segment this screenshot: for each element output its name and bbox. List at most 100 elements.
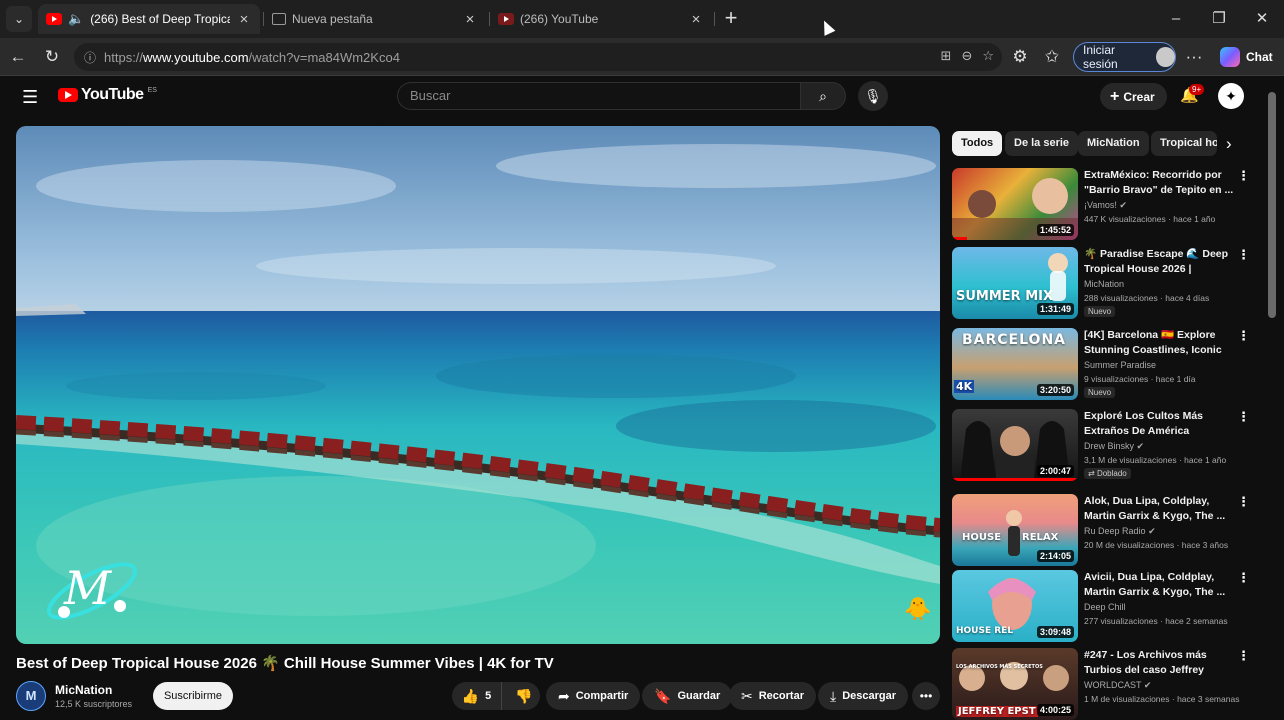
recommendation-item[interactable]: HOUSE RELAX 2:14:05 Alok, Dua Lipa, Cold… [952,494,1256,566]
chip-tropical-house[interactable]: Tropical ho [1151,131,1217,156]
tab-title: (266) Best of Deep Tropical House [90,12,230,26]
tab-close-icon[interactable]: × [462,11,478,28]
address-bar[interactable]: ⓘ https://www.youtube.com/watch?v=ma84Wm… [74,43,1002,71]
tab-actions-menu-button[interactable]: ⌄ [6,6,32,32]
download-button[interactable]: ⤓ Descargar [818,682,909,710]
video-thumbnail[interactable]: LOS ARCHIVOS MÁS SECRETOS JEFFREY EPST 4… [952,648,1078,720]
channel-name[interactable]: ¡Vamos! ✔ [1084,200,1127,211]
create-button[interactable]: + Crear [1100,83,1167,110]
video-title[interactable]: 🌴 Paradise Escape 🌊 Deep Tropical House … [1084,247,1234,277]
kebab-menu-icon[interactable]: ⋮ [1237,570,1250,586]
search-input[interactable]: Buscar [397,82,800,110]
menu-hamburger-icon[interactable]: ☰ [22,87,38,108]
more-options-icon[interactable]: ··· [1182,45,1206,69]
new-tab-plus-icon[interactable]: + [719,7,743,31]
channel-avatar[interactable]: M [16,681,46,711]
youtube-logo[interactable]: YouTube ES [58,86,157,104]
like-button[interactable]: 👍 5 [452,682,502,710]
subscribe-button[interactable]: Suscribirme [153,682,233,710]
video-thumbnail[interactable]: HOUSE RELAX 2:14:05 [952,494,1078,566]
video-duration: 2:14:05 [1036,550,1074,562]
tab-youtube[interactable]: (266) YouTube × [490,4,712,34]
sign-in-button[interactable]: Iniciar sesión [1073,42,1176,72]
create-label: Crear [1123,90,1155,104]
chevron-right-icon[interactable]: › [1226,134,1232,154]
channel-name[interactable]: Deep Chill [1084,602,1126,612]
favorite-star-icon[interactable]: ☆ [982,48,994,64]
recommendation-item[interactable]: LOS ARCHIVOS MÁS SECRETOS JEFFREY EPST 4… [952,648,1256,720]
copilot-chat-button[interactable]: Chat [1220,47,1273,67]
channel-name[interactable]: Summer Paradise [1084,360,1156,370]
video-title[interactable]: [4K] Barcelona 🇪🇸 Explore Stunning Coast… [1084,328,1234,358]
chip-de-la-serie[interactable]: De la serie [1005,131,1079,156]
minimize-icon[interactable]: – [1164,7,1188,31]
video-thumbnail[interactable]: 2:00:47 [952,409,1078,481]
audio-playing-icon[interactable]: 🔈 [68,11,84,27]
kebab-menu-icon[interactable]: ⋮ [1237,648,1250,664]
extensions-icon[interactable]: ⚙ [1008,45,1032,69]
tab-close-icon[interactable]: × [688,11,704,28]
chat-label: Chat [1246,50,1273,64]
favorites-icon[interactable]: ✩ [1040,45,1064,69]
microphone-icon[interactable]: 🎙 [858,81,888,111]
kebab-menu-icon[interactable]: ⋮ [1237,328,1250,344]
search-icon[interactable]: ⌕ [800,82,846,110]
app-available-icon[interactable]: ⊞ [941,48,952,64]
video-title[interactable]: ExtraMéxico: Recorrido por "Barrio Bravo… [1084,168,1234,198]
page-scrollbar[interactable] [1268,92,1276,318]
kebab-menu-icon[interactable]: ⋮ [1237,494,1250,510]
channel-name[interactable]: Drew Binsky ✔ [1084,441,1144,452]
video-player[interactable]: M 🐥 [16,126,940,644]
reload-icon[interactable]: ↻ [40,45,64,69]
save-button[interactable]: 🔖 Guardar [642,682,733,710]
video-thumbnail[interactable]: 1:45:52 [952,168,1078,240]
channel-name[interactable]: MicNation [55,683,112,697]
download-label: Descargar [842,690,897,702]
kebab-menu-icon[interactable]: ⋮ [1237,247,1250,263]
youtube-wordmark: YouTube [81,86,144,103]
dubbed-badge: ⇄ Doblado [1084,468,1131,479]
recommendation-item[interactable]: BARCELONA 4K 3:20:50 [4K] Barcelona 🇪🇸 E… [952,328,1256,400]
recommendation-item[interactable]: HOUSE REL 3:09:48 Avicii, Dua Lipa, Cold… [952,570,1256,642]
video-title[interactable]: Avicii, Dua Lipa, Coldplay, Martin Garri… [1084,570,1234,600]
video-frame [16,126,940,644]
kebab-menu-icon[interactable]: ⋮ [1237,409,1250,425]
tab-new-tab-page[interactable]: Nueva pestaña × [264,4,486,34]
maximize-icon[interactable]: ❐ [1207,7,1231,31]
tab-close-icon[interactable]: × [236,11,252,28]
channel-name[interactable]: Ru Deep Radio ✔ [1084,526,1156,537]
recommendation-item[interactable]: 1:45:52 ExtraMéxico: Recorrido por "Barr… [952,168,1256,240]
subscriber-count: 12,5 K suscriptores [55,699,133,709]
dislike-button[interactable]: 👎 [508,688,540,705]
chip-micnation[interactable]: MicNation [1078,131,1149,156]
window-close-icon[interactable]: ✕ [1250,7,1274,31]
video-title[interactable]: #247 - Los Archivos más Turbios del caso… [1084,648,1234,678]
video-thumbnail[interactable]: SUMMER MIX 1:31:49 [952,247,1078,319]
thumbnail-4k-label: 4K [954,380,975,393]
more-actions-icon[interactable]: ••• [912,682,940,710]
zoom-icon[interactable]: ⊖ [961,48,972,64]
account-avatar-icon[interactable]: ✦ [1218,83,1244,109]
page-favicon-icon [272,13,286,25]
channel-name[interactable]: MicNation [1084,279,1124,289]
video-title[interactable]: Exploré Los Cultos Más Extraños De Améri… [1084,409,1234,439]
share-button[interactable]: ➦ Compartir [546,682,641,710]
tab-title: Nueva pestaña [292,12,373,26]
video-meta: 1 M de visualizaciones · hace 3 semanas [1084,694,1240,704]
site-info-icon[interactable]: ⓘ [84,49,96,66]
back-arrow-icon[interactable]: ← [6,45,30,69]
url-path: /watch?v=ma84Wm2Kco4 [248,49,400,65]
video-thumbnail[interactable]: BARCELONA 4K 3:20:50 [952,328,1078,400]
recommendation-item[interactable]: 2:00:47 Exploré Los Cultos Más Extraños … [952,409,1256,481]
verified-check-icon: ✔ [1148,526,1156,536]
channel-name[interactable]: WORLDCAST ✔ [1084,680,1151,691]
tab-video[interactable]: 🔈 (266) Best of Deep Tropical House × [38,4,260,34]
video-thumbnail[interactable]: HOUSE REL 3:09:48 [952,570,1078,642]
recommendation-item[interactable]: SUMMER MIX 1:31:49 🌴 Paradise Escape 🌊 D… [952,247,1256,319]
chip-todos[interactable]: Todos [952,131,1003,156]
notifications-badge: 9+ [1189,84,1205,95]
clip-button[interactable]: ✂ Recortar [729,682,816,710]
share-label: Compartir [575,690,629,702]
video-title[interactable]: Alok, Dua Lipa, Coldplay, Martin Garrix … [1084,494,1234,524]
kebab-menu-icon[interactable]: ⋮ [1237,168,1250,184]
